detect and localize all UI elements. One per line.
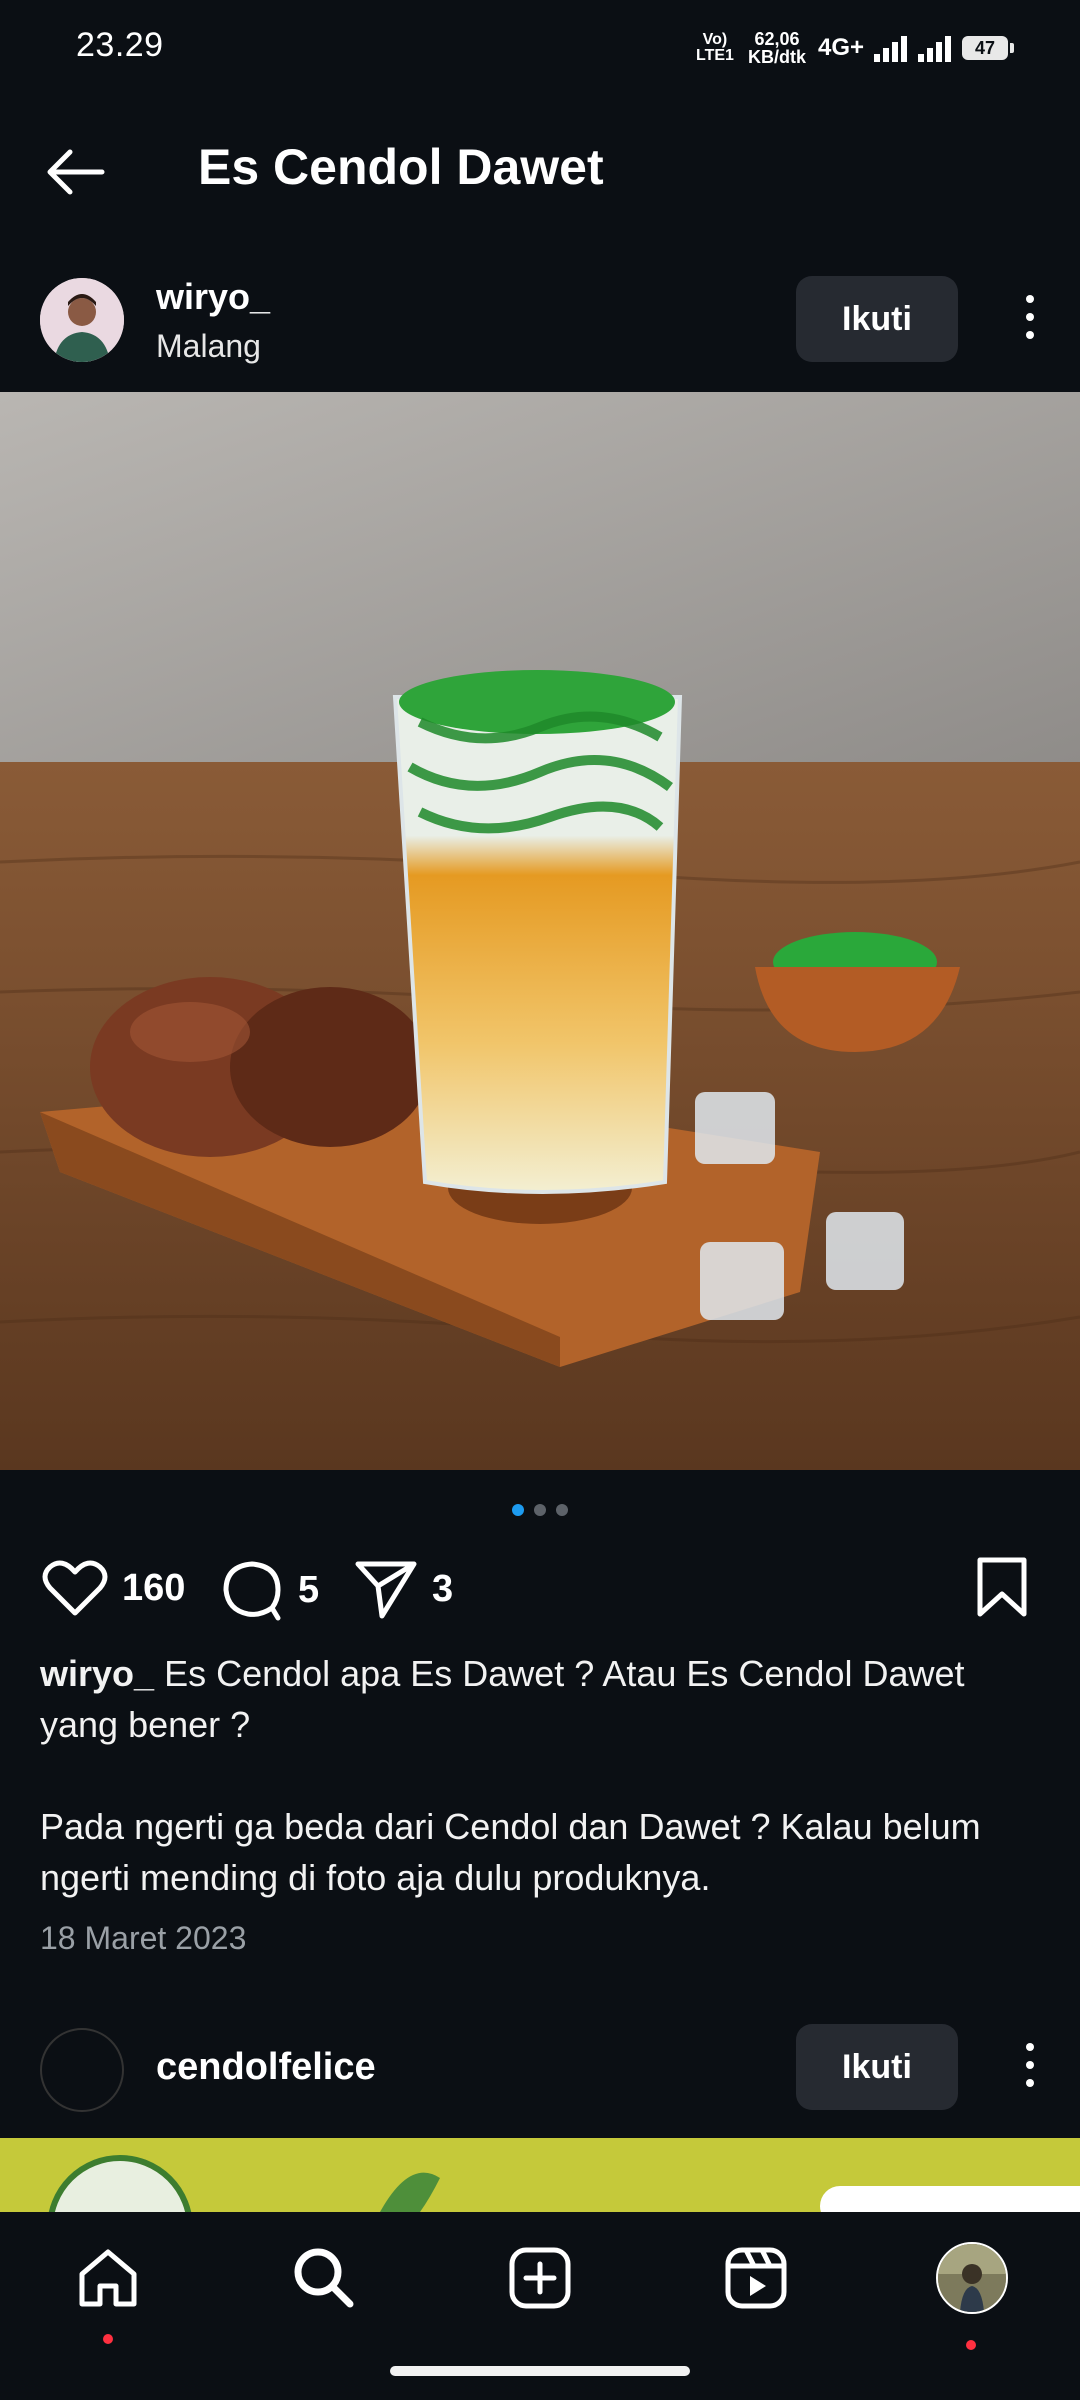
follow-button[interactable]: Ikuti bbox=[796, 276, 958, 362]
signal-icon bbox=[874, 34, 908, 62]
like-button[interactable]: 160 bbox=[42, 1558, 185, 1618]
signal-icon-2 bbox=[918, 34, 952, 62]
comment-button[interactable]: 5 bbox=[220, 1558, 319, 1622]
next-post-header: cendolfelice Ikuti bbox=[0, 2020, 1080, 2130]
author-avatar[interactable] bbox=[40, 278, 124, 362]
home-icon bbox=[79, 2249, 137, 2307]
home-notification-dot bbox=[103, 2334, 113, 2344]
profile-avatar bbox=[936, 2242, 1008, 2314]
battery-icon: 47 bbox=[962, 36, 1014, 60]
person-avatar-icon bbox=[40, 278, 124, 362]
back-arrow-icon bbox=[47, 149, 105, 195]
home-indicator[interactable] bbox=[390, 2366, 690, 2376]
next-author-avatar[interactable] bbox=[40, 2028, 124, 2112]
network-type: 4G+ bbox=[817, 34, 864, 61]
reels-icon bbox=[725, 2247, 787, 2309]
status-icons: Vo) LTE1 62,06 KB/dtk 4G+ 47 bbox=[694, 24, 1014, 72]
post-date: 18 Maret 2023 bbox=[40, 1920, 247, 1956]
save-button[interactable] bbox=[974, 1556, 1030, 1620]
more-options-button[interactable] bbox=[1000, 282, 1060, 352]
like-count: 160 bbox=[122, 1566, 186, 1609]
status-time: 23.29 bbox=[76, 26, 164, 64]
post-header: wiryo_ Malang Ikuti bbox=[0, 270, 1080, 380]
author-location[interactable]: Malang bbox=[156, 328, 261, 365]
nav-search[interactable] bbox=[284, 2238, 364, 2318]
heart-icon bbox=[42, 1560, 108, 1616]
more-dots-icon bbox=[1026, 295, 1034, 303]
next-post-image[interactable] bbox=[0, 2138, 1080, 2212]
carousel-dot bbox=[534, 1504, 546, 1516]
back-button[interactable] bbox=[40, 142, 110, 202]
next-follow-button[interactable]: Ikuti bbox=[796, 2024, 958, 2110]
post-actions: 160 5 3 bbox=[0, 1550, 1080, 1630]
next-author-name[interactable]: cendolfelice bbox=[156, 2046, 376, 2089]
share-count: 3 bbox=[432, 1567, 454, 1610]
nav-home[interactable] bbox=[68, 2238, 148, 2318]
caption-author[interactable]: wiryo_ bbox=[40, 1653, 154, 1694]
page-title: Es Cendol Dawet bbox=[198, 139, 604, 195]
share-button[interactable]: 3 bbox=[354, 1558, 453, 1620]
comment-icon bbox=[223, 1561, 281, 1621]
add-post-icon bbox=[509, 2247, 571, 2309]
carousel-dot-active bbox=[512, 1504, 524, 1516]
volte-indicator: Vo) LTE1 bbox=[696, 31, 734, 64]
header: Es Cendol Dawet bbox=[0, 120, 1080, 220]
caption-text-2: Pada ngerti ga beda dari Cendol dan Dawe… bbox=[40, 1806, 981, 1898]
send-icon bbox=[355, 1561, 417, 1619]
search-icon bbox=[294, 2248, 354, 2308]
next-post-thumbnail bbox=[0, 2138, 1080, 2212]
nav-profile[interactable] bbox=[932, 2238, 1012, 2318]
nav-create[interactable] bbox=[500, 2238, 580, 2318]
bookmark-icon bbox=[977, 1557, 1027, 1617]
author-name[interactable]: wiryo_ bbox=[156, 276, 270, 318]
more-dots-icon bbox=[1026, 2043, 1034, 2051]
status-bar: 23.29 Vo) LTE1 62,06 KB/dtk 4G+ 47 bbox=[0, 0, 1080, 96]
caption-text-1: Es Cendol apa Es Dawet ? Atau Es Cendol … bbox=[40, 1653, 965, 1745]
comment-count: 5 bbox=[298, 1568, 320, 1611]
post-image[interactable] bbox=[0, 392, 1080, 1470]
nav-reels[interactable] bbox=[716, 2238, 796, 2318]
carousel-dot bbox=[556, 1504, 568, 1516]
network-speed: 62,06 KB/dtk bbox=[747, 29, 806, 67]
carousel-indicator bbox=[0, 1504, 1080, 1516]
post-caption: wiryo_ Es Cendol apa Es Dawet ? Atau Es … bbox=[40, 1648, 1040, 1903]
es-cendol-photo bbox=[0, 392, 1080, 1470]
next-more-options-button[interactable] bbox=[1000, 2030, 1060, 2100]
profile-notification-dot bbox=[966, 2340, 976, 2350]
